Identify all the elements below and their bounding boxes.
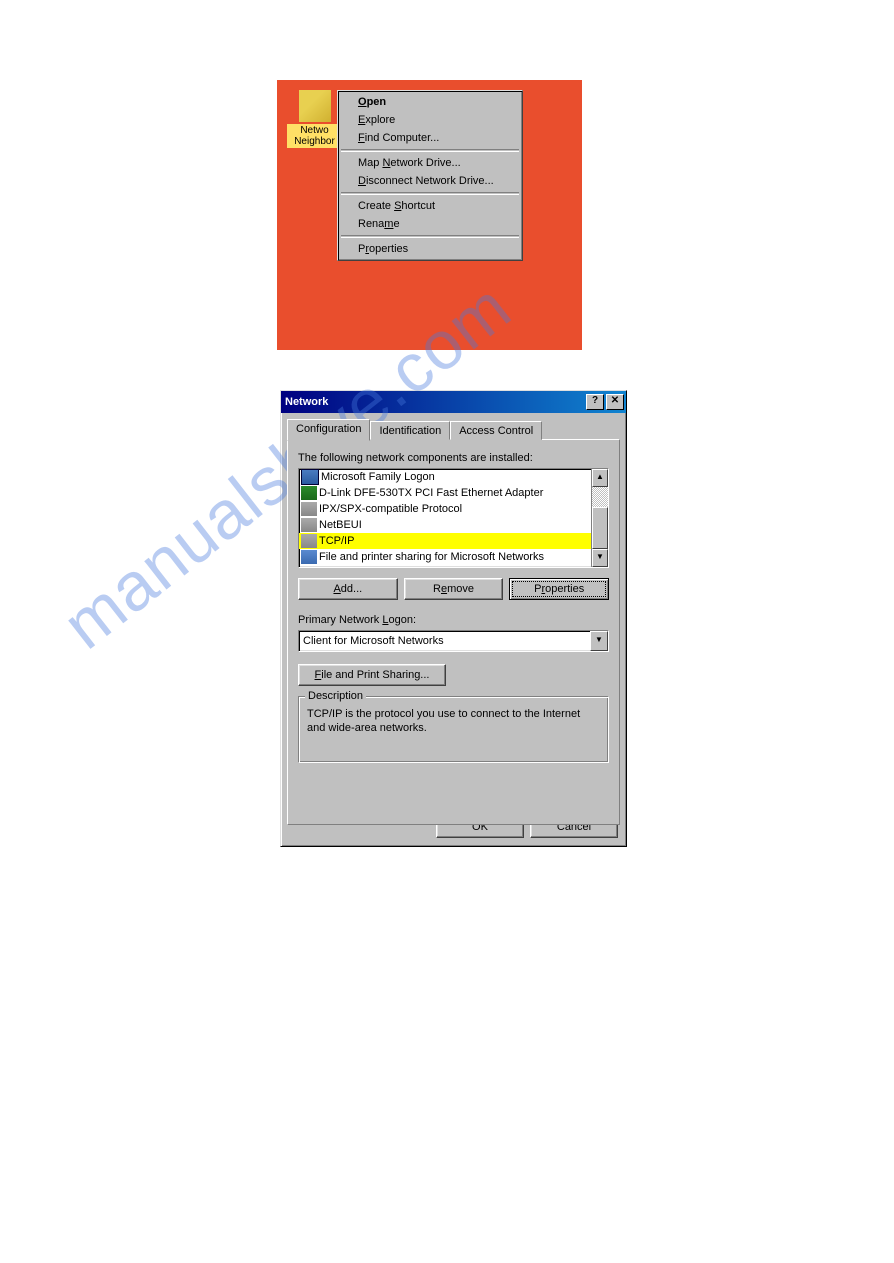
network-dialog: Network ? ✕ Configuration Identification…: [280, 390, 627, 847]
list-item[interactable]: IPX/SPX-compatible Protocol: [299, 501, 591, 517]
menu-separator: [341, 192, 519, 195]
scrollbar[interactable]: ▲ ▼: [591, 469, 608, 567]
primary-logon-label: Primary Network Logon:: [298, 614, 609, 626]
adapter-icon: [301, 486, 317, 500]
dropdown-arrow-icon[interactable]: ▼: [590, 631, 608, 651]
menu-explore[interactable]: Explore: [340, 111, 520, 129]
scroll-track[interactable]: [592, 487, 608, 549]
menu-open[interactable]: Open: [340, 93, 520, 111]
window-title: Network: [285, 396, 584, 408]
menu-map-network-drive[interactable]: Map Network Drive...: [340, 154, 520, 172]
tab-identification[interactable]: Identification: [370, 421, 450, 440]
help-button[interactable]: ?: [586, 394, 604, 410]
tab-configuration[interactable]: Configuration: [287, 419, 370, 441]
menu-disconnect-network-drive[interactable]: Disconnect Network Drive...: [340, 172, 520, 190]
computer-network-icon: [299, 90, 331, 122]
list-item[interactable]: Microsoft Family Logon: [299, 469, 591, 485]
description-groupbox: Description TCP/IP is the protocol you u…: [298, 696, 609, 763]
remove-button[interactable]: Remove: [404, 578, 504, 600]
desktop-icon-label: Netwo Neighbor: [287, 124, 342, 148]
menu-rename[interactable]: Rename: [340, 215, 520, 233]
menu-properties[interactable]: Properties: [340, 240, 520, 258]
properties-button[interactable]: Properties: [509, 578, 609, 600]
menu-separator: [341, 235, 519, 238]
close-button[interactable]: ✕: [606, 394, 624, 410]
components-listbox[interactable]: Microsoft Family Logon D-Link DFE-530TX …: [298, 468, 609, 568]
protocol-icon: [301, 502, 317, 516]
components-label: The following network components are ins…: [298, 452, 609, 464]
network-neighborhood-icon[interactable]: Netwo Neighbor: [287, 90, 342, 148]
list-item[interactable]: File and printer sharing for Microsoft N…: [299, 549, 591, 565]
add-button[interactable]: Add...: [298, 578, 398, 600]
list-item[interactable]: D-Link DFE-530TX PCI Fast Ethernet Adapt…: [299, 485, 591, 501]
service-icon: [301, 550, 317, 564]
list-item-selected[interactable]: TCP/IP: [299, 533, 591, 549]
tab-panel-configuration: The following network components are ins…: [287, 439, 620, 825]
primary-logon-combo[interactable]: Client for Microsoft Networks ▼: [298, 630, 609, 652]
tab-access-control[interactable]: Access Control: [450, 421, 542, 440]
tab-strip: Configuration Identification Access Cont…: [287, 419, 620, 440]
client-icon: [301, 469, 319, 485]
menu-create-shortcut[interactable]: Create Shortcut: [340, 197, 520, 215]
scroll-thumb[interactable]: [592, 507, 608, 549]
description-text: TCP/IP is the protocol you use to connec…: [307, 707, 600, 736]
scroll-up-button[interactable]: ▲: [592, 469, 608, 487]
scroll-down-button[interactable]: ▼: [592, 549, 608, 567]
context-menu: Open Explore Find Computer... Map Networ…: [337, 90, 523, 261]
file-print-sharing-button[interactable]: File and Print Sharing...: [298, 664, 446, 686]
combo-value: Client for Microsoft Networks: [299, 635, 590, 647]
menu-separator: [341, 149, 519, 152]
menu-find-computer[interactable]: Find Computer...: [340, 129, 520, 147]
list-item[interactable]: NetBEUI: [299, 517, 591, 533]
desktop-background: Netwo Neighbor Open Explore Find Compute…: [277, 80, 582, 350]
description-legend: Description: [305, 690, 366, 702]
protocol-icon: [301, 518, 317, 532]
titlebar[interactable]: Network ? ✕: [281, 391, 626, 413]
protocol-icon: [301, 534, 317, 548]
